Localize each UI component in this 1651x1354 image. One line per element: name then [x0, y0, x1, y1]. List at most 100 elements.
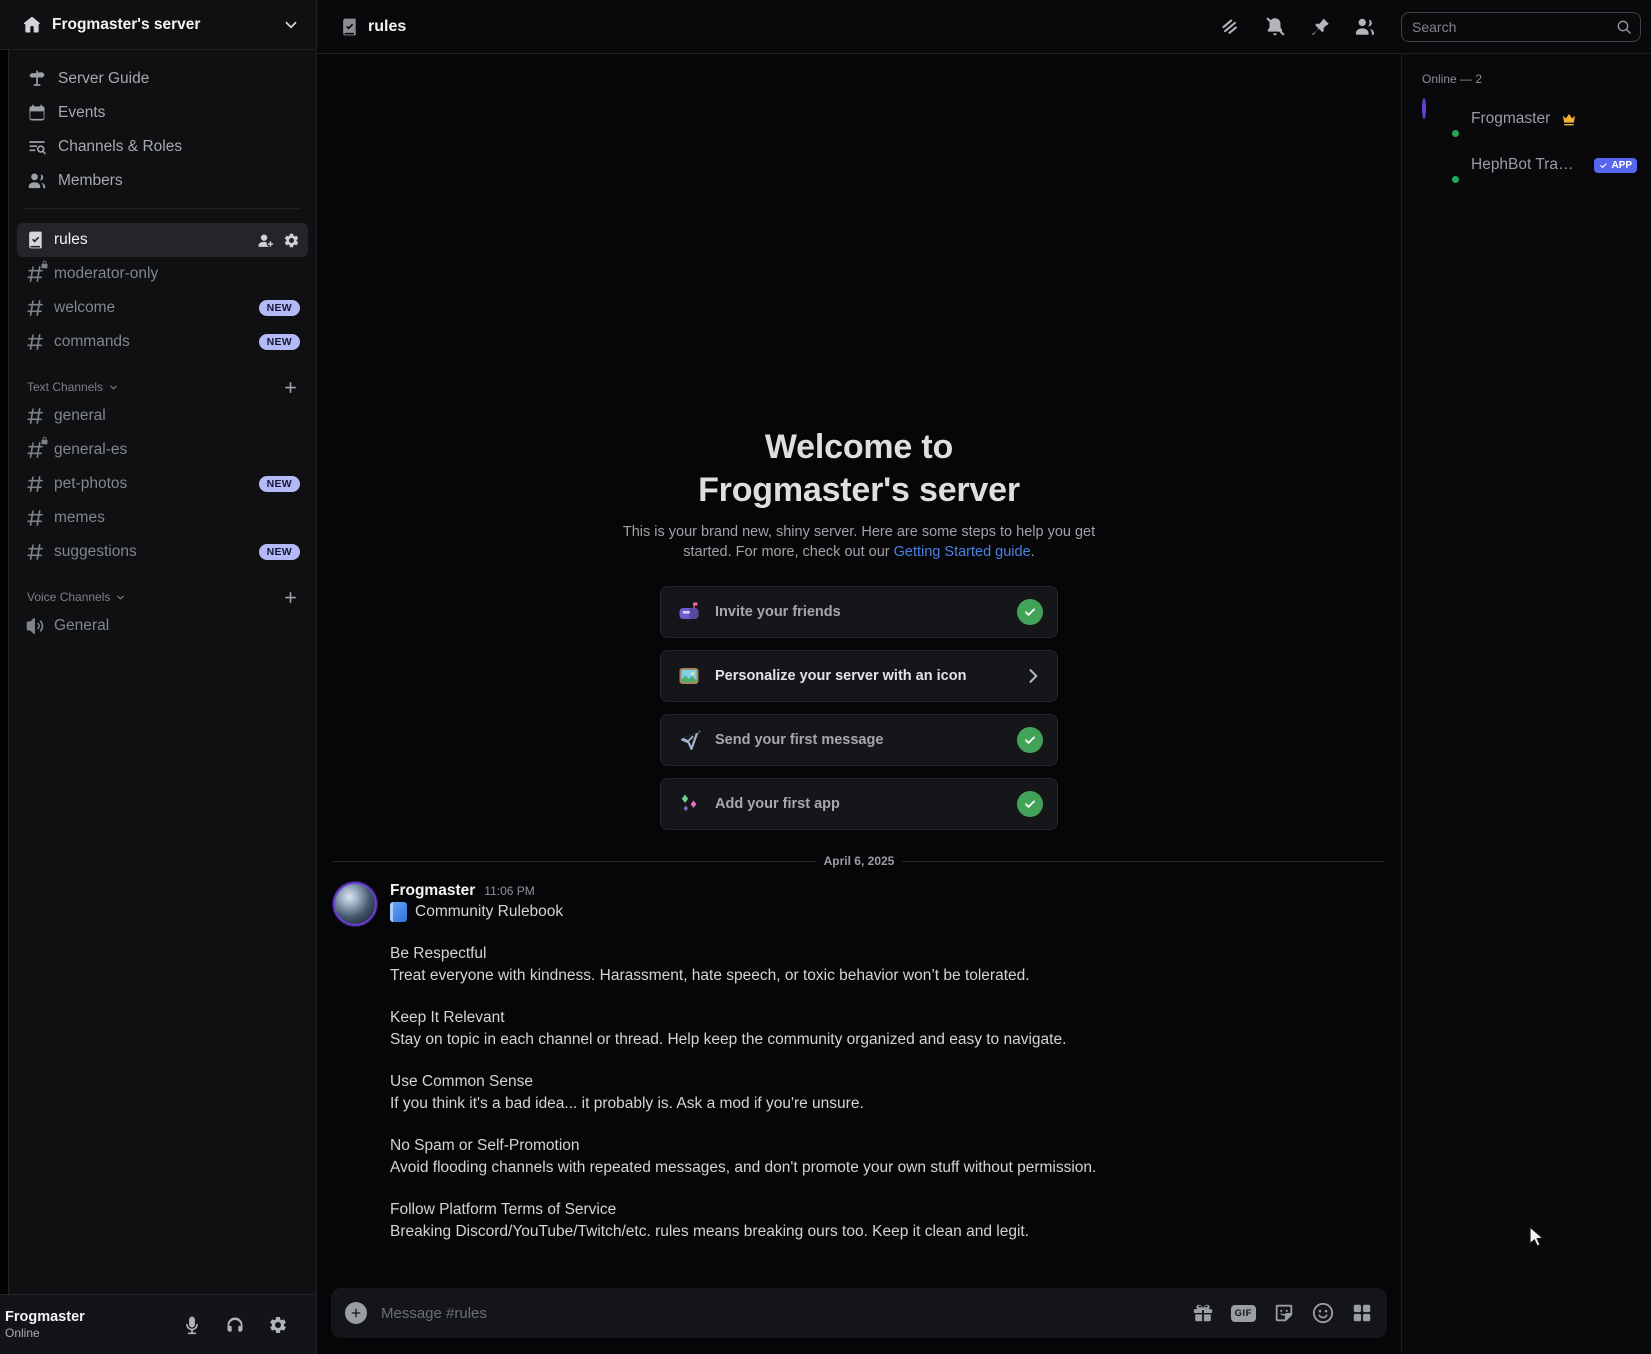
member-list: Online — 2 Frogmaster HephBot Trans...: [1401, 54, 1651, 1354]
getting-started-link[interactable]: Getting Started guide: [894, 544, 1031, 560]
channel-general[interactable]: general: [17, 399, 308, 433]
channel-name: General: [54, 617, 109, 635]
gif-picker-icon[interactable]: GIF: [1231, 1305, 1256, 1322]
speaker-icon: [25, 616, 45, 636]
search-icon: [1616, 19, 1632, 35]
message-input-bar: GIF: [331, 1288, 1387, 1338]
main-area: rules Welcome to Frogma: [316, 0, 1651, 1354]
channel-list: Server Guide Events Channels & Roles Mem…: [9, 50, 316, 1294]
sidebar-item-server-guide[interactable]: Server Guide: [17, 62, 308, 96]
online-status-dot: [1449, 127, 1462, 140]
sidebar-item-members[interactable]: Members: [17, 164, 308, 198]
rules-channel-icon: [25, 230, 45, 250]
section-label: Text Channels: [27, 380, 103, 394]
signpost-icon: [27, 69, 47, 89]
headphones-icon[interactable]: [225, 1315, 245, 1335]
channel-moderator-only[interactable]: moderator-only: [17, 257, 308, 291]
emoji-icon[interactable]: [1312, 1302, 1334, 1324]
welcome-subtitle: This is your brand new, shiny server. He…: [619, 522, 1099, 562]
settings-gear-icon[interactable]: [268, 1315, 288, 1335]
message-scroll[interactable]: Welcome to Frogmaster's server This is y…: [317, 54, 1401, 1288]
rule-item: Be Respectful Treat everyone with kindne…: [390, 943, 1096, 986]
server-header[interactable]: Frogmaster's server: [0, 0, 316, 50]
pin-icon[interactable]: [1309, 16, 1331, 38]
section-text-channels[interactable]: Text Channels: [9, 375, 316, 399]
message: Frogmaster 11:06 PM Community Rulebook B…: [333, 882, 1385, 1271]
message-timestamp: 11:06 PM: [484, 884, 534, 898]
chevron-right-icon: [1023, 666, 1043, 686]
channel-memes[interactable]: memes: [17, 501, 308, 535]
nav-label: Server Guide: [58, 70, 149, 88]
apps-icon[interactable]: [1351, 1302, 1373, 1324]
create-channel-button[interactable]: [283, 590, 298, 605]
member-name: Frogmaster: [1471, 110, 1550, 128]
user-name: Frogmaster: [5, 1309, 85, 1326]
voice-channel-general[interactable]: General: [17, 609, 308, 643]
member-row-hephbot[interactable]: HephBot Trans... APP: [1416, 142, 1643, 188]
lock-icon: [40, 260, 49, 269]
channel-pet-photos[interactable]: pet-photos NEW: [17, 467, 308, 501]
avatar[interactable]: [333, 882, 377, 926]
nav-label: Channels & Roles: [58, 138, 182, 156]
channel-settings-gear-icon[interactable]: [283, 232, 300, 249]
channel-commands[interactable]: commands NEW: [17, 325, 308, 359]
user-info[interactable]: Frogmaster Online: [5, 1309, 85, 1341]
search-input[interactable]: [1412, 19, 1616, 35]
member-name: HephBot Trans...: [1471, 156, 1581, 174]
new-badge: NEW: [259, 300, 300, 316]
rules-channel-icon: [339, 17, 359, 37]
invite-people-icon[interactable]: [257, 232, 274, 249]
sticker-icon[interactable]: [1273, 1302, 1295, 1324]
channel-general-es[interactable]: general-es: [17, 433, 308, 467]
message-author[interactable]: Frogmaster: [390, 882, 475, 900]
hash-icon: [25, 298, 45, 318]
server-icon: [22, 15, 42, 35]
blue-book-icon: [390, 902, 407, 922]
message-input[interactable]: [381, 1305, 1178, 1322]
completed-check-icon: [1017, 727, 1043, 753]
user-status: Online: [5, 1326, 85, 1340]
sidebar-item-channels-roles[interactable]: Channels & Roles: [17, 130, 308, 164]
rules-list: Be Respectful Treat everyone with kindne…: [390, 943, 1096, 1242]
channel-name: commands: [54, 333, 130, 351]
channel-suggestions[interactable]: suggestions NEW: [17, 535, 308, 569]
channel-name: pet-photos: [54, 475, 127, 493]
hash-icon: [25, 542, 45, 562]
search-box[interactable]: [1401, 12, 1641, 42]
onboarding-add-first-app[interactable]: Add your first app: [660, 778, 1058, 830]
sidebar: Frogmaster's server Server Guide Events …: [0, 0, 316, 1354]
plus-icon: [283, 380, 298, 395]
threads-icon[interactable]: [1219, 16, 1241, 38]
notifications-off-icon[interactable]: [1264, 16, 1286, 38]
people-icon: [27, 171, 47, 191]
member-list-icon[interactable]: [1354, 16, 1376, 38]
channel-name: general-es: [54, 441, 127, 459]
chat-area: Welcome to Frogmaster's server This is y…: [317, 54, 1401, 1354]
channel-welcome[interactable]: welcome NEW: [17, 291, 308, 325]
microphone-icon[interactable]: [182, 1315, 202, 1335]
welcome-title: Welcome to Frogmaster's server: [333, 426, 1385, 512]
section-voice-channels[interactable]: Voice Channels: [9, 585, 316, 609]
sidebar-item-events[interactable]: Events: [17, 96, 308, 130]
onboarding-send-first-message[interactable]: Send your first message: [660, 714, 1058, 766]
attach-plus-icon[interactable]: [345, 1302, 367, 1324]
create-channel-button[interactable]: [283, 380, 298, 395]
sparkle-diamonds-icon: [677, 792, 701, 816]
welcome-block: Welcome to Frogmaster's server This is y…: [333, 426, 1385, 830]
new-badge: NEW: [259, 544, 300, 560]
message-title: Community Rulebook: [415, 903, 563, 921]
calendar-icon: [27, 103, 47, 123]
channel-rules[interactable]: rules: [17, 223, 308, 257]
section-label: Voice Channels: [27, 590, 110, 604]
member-row-frogmaster[interactable]: Frogmaster: [1416, 96, 1643, 142]
channel-header: rules: [317, 0, 1651, 54]
channel-name: general: [54, 407, 106, 425]
rule-item: No Spam or Self-Promotion Avoid flooding…: [390, 1135, 1096, 1178]
chevron-down-icon: [115, 592, 126, 603]
onboarding-invite-friends[interactable]: Invite your friends: [660, 586, 1058, 638]
hash-icon: [25, 474, 45, 494]
onboarding-personalize-server[interactable]: Personalize your server with an icon: [660, 650, 1058, 702]
gift-icon[interactable]: [1192, 1302, 1214, 1324]
online-status-dot: [1449, 173, 1462, 186]
hash-icon: [25, 332, 45, 352]
